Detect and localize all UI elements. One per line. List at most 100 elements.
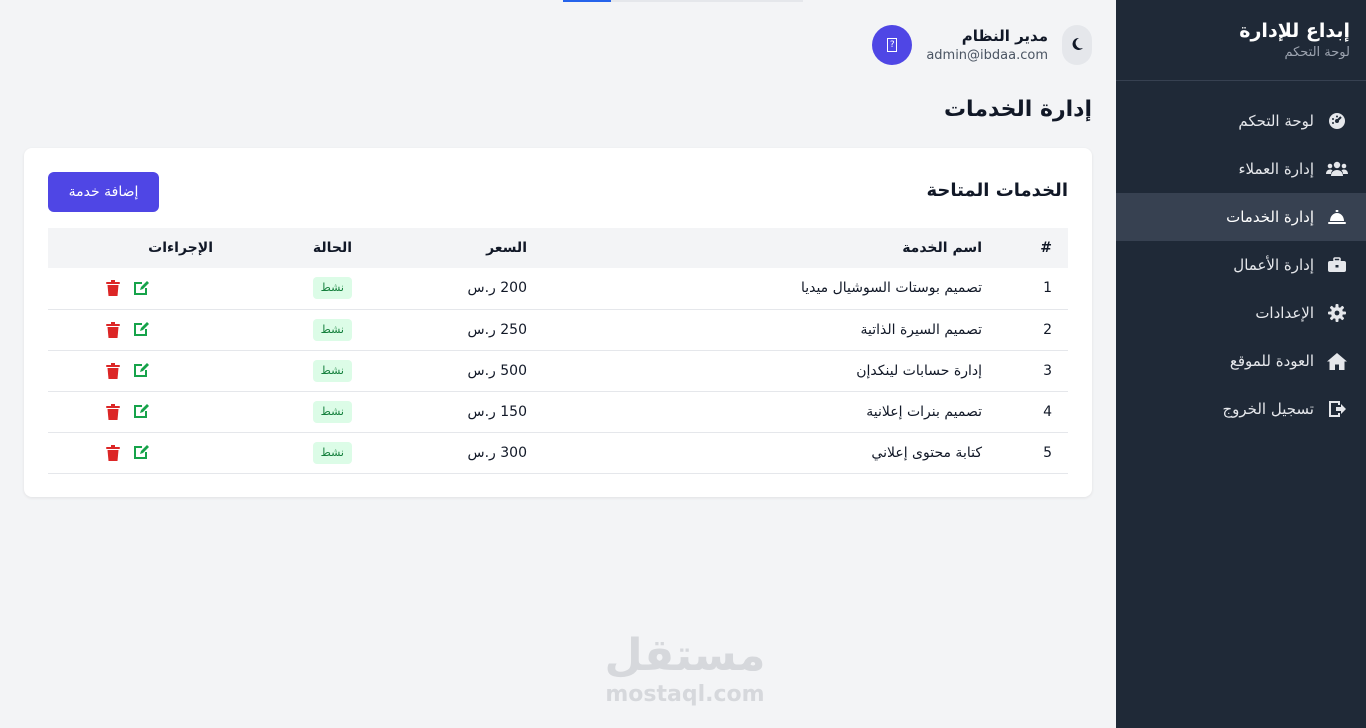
watermark-arabic: مستقل (604, 630, 766, 681)
cell-actions (48, 268, 213, 309)
cell-num: 2 (1043, 321, 1052, 338)
sidebar-item-services[interactable]: إدارة الخدمات (1116, 193, 1366, 241)
user-email: admin@ibdaa.com (926, 48, 1048, 63)
gauge-icon (1326, 112, 1348, 130)
cell-price: 500 ر.س (467, 362, 528, 379)
table-row: 4 تصميم بنرات إعلانية 150 ر.س نشط (48, 391, 1068, 432)
sidebar-item-label: إدارة العملاء (1238, 160, 1314, 178)
user-name: مدير النظام (961, 27, 1048, 45)
sidebar-nav: لوحة التحكم إدارة العملاء إدارة الخدمات … (1116, 97, 1366, 433)
sidebar-item-label: العودة للموقع (1229, 352, 1314, 370)
cell-price: 150 ر.س (467, 403, 528, 420)
cell-num: 3 (1043, 362, 1052, 379)
sidebar-item-label: الإعدادات (1255, 304, 1314, 322)
cell-price: 250 ر.س (467, 321, 528, 338)
sidebar-item-label: إدارة الأعمال (1233, 256, 1314, 274)
logout-icon (1326, 401, 1348, 417)
status-badge: نشط (312, 441, 352, 464)
status-badge: نشط (312, 359, 352, 382)
table-row: 3 إدارة حسابات لينكدإن 500 ر.س نشط (48, 350, 1068, 391)
sidebar-item-settings[interactable]: الإعدادات (1116, 289, 1366, 337)
cell-actions (48, 350, 213, 391)
watermark: مستقل mostaql.com (600, 630, 770, 708)
card-title: الخدمات المتاحة (926, 180, 1068, 201)
brand-title: إبداع للإدارة (1239, 20, 1350, 42)
row-actions (93, 403, 213, 420)
services-table: # اسم الخدمة السعر الحالة الإجراءات 1 تص… (48, 228, 1068, 474)
sidebar: إبداع للإدارة لوحة التحكم لوحة التحكم إد… (1116, 0, 1366, 728)
cell-name: تصميم بوستات السوشيال ميديا (800, 280, 982, 297)
user-info: مدير النظام admin@ibdaa.com (926, 25, 1048, 65)
page-title: إدارة الخدمات (943, 97, 1092, 122)
sidebar-item-works[interactable]: إدارة الأعمال (1116, 241, 1366, 289)
sidebar-item-label: لوحة التحكم (1238, 112, 1314, 130)
header-actions: الإجراءات (148, 240, 213, 256)
header-num: # (1040, 240, 1052, 256)
cell-price: 300 ر.س (467, 444, 528, 461)
table-header-row: # اسم الخدمة السعر الحالة الإجراءات (48, 228, 1068, 268)
delete-icon[interactable] (105, 321, 121, 338)
cell-actions (48, 391, 213, 432)
moon-icon (1070, 36, 1084, 55)
bell-service-icon (1326, 209, 1348, 225)
cell-name: إدارة حسابات لينكدإن (856, 362, 982, 379)
cell-num: 1 (1043, 280, 1052, 297)
table-row: 1 تصميم بوستات السوشيال ميديا 200 ر.س نش… (48, 268, 1068, 309)
status-badge: نشط (312, 400, 352, 423)
cell-name: تصميم بنرات إعلانية (866, 403, 982, 420)
top-scroll-indicator-segment (563, 0, 611, 2)
cell-num: 5 (1043, 444, 1052, 461)
status-badge: نشط (312, 277, 352, 300)
users-icon (1326, 161, 1348, 177)
brand: إبداع للإدارة لوحة التحكم (1116, 0, 1366, 81)
watermark-english: mostaql.com (605, 682, 765, 707)
cell-status: نشط (213, 309, 368, 350)
gear-icon (1326, 304, 1348, 322)
top-scroll-indicator (563, 0, 803, 2)
row-actions (93, 321, 213, 338)
sidebar-item-logout[interactable]: تسجيل الخروج (1116, 385, 1366, 433)
brand-subtitle: لوحة التحكم (1284, 45, 1350, 60)
cell-status: نشط (213, 391, 368, 432)
cell-actions (48, 432, 213, 473)
table-row: 5 كتابة محتوى إعلاني 300 ر.س نشط (48, 432, 1068, 473)
add-service-button[interactable]: إضافة خدمة (48, 172, 159, 212)
cell-name: كتابة محتوى إعلاني (871, 444, 982, 461)
status-badge: نشط (312, 318, 352, 341)
header-status: الحالة (312, 240, 352, 256)
cell-price: 200 ر.س (467, 280, 528, 297)
edit-icon[interactable] (133, 404, 149, 420)
table-row: 2 تصميم السيرة الذاتية 250 ر.س نشط (48, 309, 1068, 350)
edit-icon[interactable] (133, 280, 149, 296)
sidebar-item-label: تسجيل الخروج (1222, 400, 1314, 418)
theme-toggle-button[interactable] (1062, 25, 1092, 65)
cell-actions (48, 309, 213, 350)
header-price: السعر (486, 240, 527, 256)
edit-icon[interactable] (133, 445, 149, 461)
sidebar-item-dashboard[interactable]: لوحة التحكم (1116, 97, 1366, 145)
top-header: مدير النظام admin@ibdaa.com ? (872, 25, 1092, 65)
edit-icon[interactable] (133, 322, 149, 338)
delete-icon[interactable] (105, 280, 121, 297)
header-name: اسم الخدمة (902, 240, 982, 256)
row-actions (93, 362, 213, 379)
services-card: الخدمات المتاحة إضافة خدمة # اسم الخدمة … (24, 148, 1092, 497)
cell-status: نشط (213, 268, 368, 309)
row-actions (93, 444, 213, 461)
delete-icon[interactable] (105, 403, 121, 420)
sidebar-item-label: إدارة الخدمات (1226, 208, 1314, 226)
sidebar-item-back-to-site[interactable]: العودة للموقع (1116, 337, 1366, 385)
row-actions (93, 280, 213, 297)
edit-icon[interactable] (133, 363, 149, 379)
avatar-placeholder-icon: ? (887, 38, 898, 52)
cell-name: تصميم السيرة الذاتية (860, 321, 982, 338)
briefcase-icon (1326, 257, 1348, 273)
delete-icon[interactable] (105, 444, 121, 461)
cell-num: 4 (1043, 403, 1052, 420)
avatar[interactable]: ? (872, 25, 913, 65)
sidebar-item-clients[interactable]: إدارة العملاء (1116, 145, 1366, 193)
delete-icon[interactable] (105, 362, 121, 379)
cell-status: نشط (213, 350, 368, 391)
home-icon (1326, 352, 1348, 370)
cell-status: نشط (213, 432, 368, 473)
